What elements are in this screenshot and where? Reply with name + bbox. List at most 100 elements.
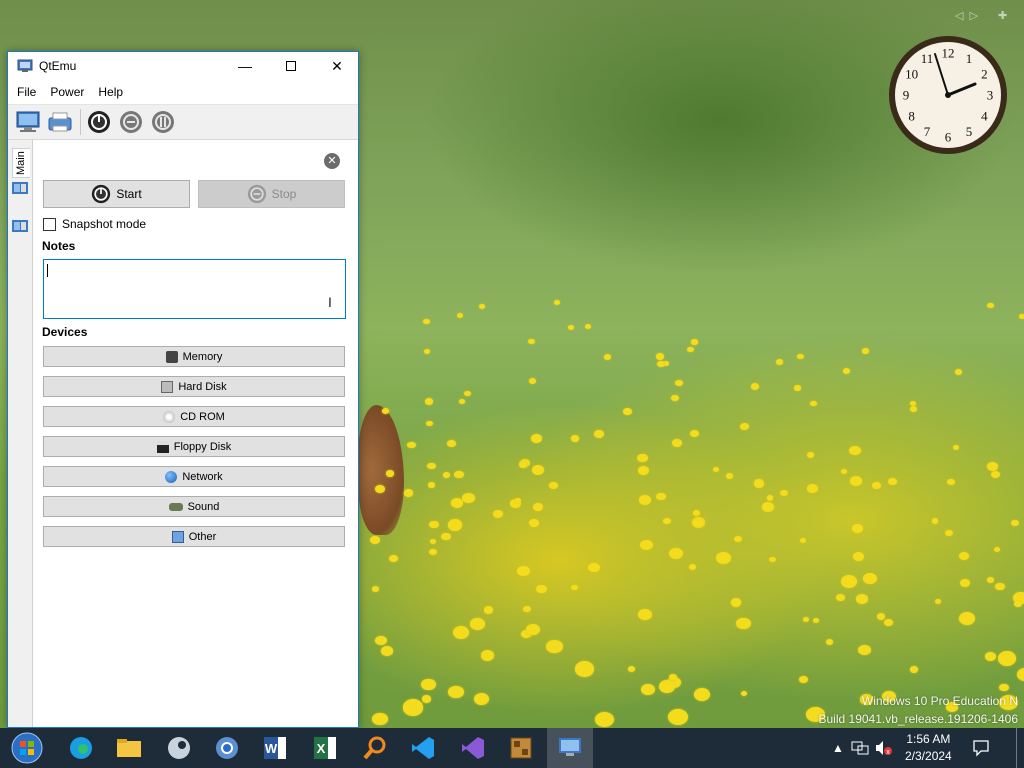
start-button[interactable]: Start xyxy=(43,180,190,208)
printer-icon xyxy=(48,112,72,132)
maximize-icon xyxy=(286,61,296,71)
network-button[interactable]: Network xyxy=(43,466,345,487)
reset-button[interactable] xyxy=(149,108,177,136)
clock-gadget[interactable]: 12 12 3 45678 9 1011 xyxy=(887,34,1009,156)
start-button[interactable] xyxy=(4,728,50,768)
flower-decoration xyxy=(1010,520,1019,527)
power-on-button[interactable] xyxy=(85,108,113,136)
show-desktop-button[interactable] xyxy=(1016,728,1024,768)
excel-icon: X xyxy=(314,737,336,759)
flower-decoration xyxy=(849,445,861,455)
taskbar-excel[interactable]: X xyxy=(302,728,348,768)
reset-icon xyxy=(152,111,174,133)
machine-tab-icon-2[interactable] xyxy=(11,218,29,236)
taskbar-clock[interactable]: 1:56 AM 2/3/2024 xyxy=(905,731,952,765)
flower-decoration xyxy=(425,420,433,427)
floppy-disk-button[interactable]: Floppy Disk xyxy=(43,436,345,457)
flower-decoration xyxy=(855,594,868,604)
flower-decoration xyxy=(794,385,802,391)
flower-decoration xyxy=(637,453,648,463)
sound-icon xyxy=(168,502,183,511)
taskbar-vscode[interactable] xyxy=(400,728,446,768)
flower-decoration xyxy=(850,476,863,487)
maximize-button[interactable] xyxy=(268,52,314,80)
tray-overflow-icon[interactable]: ▲ xyxy=(832,728,844,768)
cd-rom-icon xyxy=(163,410,176,423)
shutdown-button[interactable] xyxy=(117,108,145,136)
flower-decoration xyxy=(775,359,783,365)
title-bar[interactable]: QtEmu — ✕ xyxy=(8,52,358,80)
snapshot-mode-row[interactable]: Snapshot mode xyxy=(43,217,146,231)
gadget-next-icon[interactable]: ▷ xyxy=(969,9,977,22)
network-label: Network xyxy=(182,470,223,483)
gadget-add-icon[interactable]: ✚ xyxy=(998,9,1007,22)
machine-icon xyxy=(16,111,40,132)
power-on-icon xyxy=(88,111,110,133)
flower-decoration xyxy=(571,584,579,591)
taskbar-search-tool[interactable] xyxy=(352,728,398,768)
flower-decoration xyxy=(529,378,537,384)
taskbar-edge[interactable] xyxy=(58,728,104,768)
menu-power[interactable]: Power xyxy=(43,85,91,99)
flower-decoration xyxy=(863,572,878,584)
network-status-icon[interactable] xyxy=(851,728,869,768)
flower-decoration xyxy=(836,593,845,601)
close-panel-icon[interactable]: ✕ xyxy=(324,153,340,169)
menu-file[interactable]: File xyxy=(10,85,43,99)
flower-decoration xyxy=(656,360,666,368)
flower-decoration xyxy=(841,468,848,474)
machine-tab-icon[interactable] xyxy=(11,180,29,198)
volume-muted-icon[interactable]: x xyxy=(874,728,894,768)
flower-decoration xyxy=(440,532,451,541)
sound-button[interactable]: Sound xyxy=(43,496,345,517)
clock-number: 7 xyxy=(924,124,931,139)
flower-decoration xyxy=(403,489,413,497)
taskbar-file-explorer[interactable] xyxy=(106,728,152,768)
text-caret xyxy=(47,264,48,277)
stop-button[interactable]: Stop xyxy=(198,180,345,208)
new-machine-button[interactable] xyxy=(14,108,42,136)
taskbar-qtemu[interactable] xyxy=(547,728,593,768)
printer-button[interactable] xyxy=(46,108,74,136)
other-button[interactable]: Other xyxy=(43,526,345,547)
menu-help[interactable]: Help xyxy=(91,85,130,99)
taskbar-archive[interactable] xyxy=(498,728,544,768)
edge-icon xyxy=(70,737,92,759)
flower-decoration xyxy=(799,675,809,683)
tab-main[interactable]: Main xyxy=(12,148,30,178)
flower-decoration xyxy=(688,564,696,571)
close-button[interactable]: ✕ xyxy=(314,52,360,80)
notes-textarea[interactable]: I xyxy=(43,259,346,319)
gadget-nav: ◁ ▷ ✚ xyxy=(955,9,1007,22)
flower-decoration xyxy=(888,477,897,485)
flower-decoration xyxy=(959,578,971,587)
action-center-icon[interactable] xyxy=(972,728,990,768)
flower-decoration xyxy=(638,465,650,475)
flower-decoration xyxy=(428,548,438,556)
flower-decoration xyxy=(825,639,833,645)
flower-decoration xyxy=(689,429,699,437)
flower-decoration xyxy=(862,348,869,354)
memory-button[interactable]: Memory xyxy=(43,346,345,367)
flower-decoration xyxy=(813,618,820,624)
flower-decoration xyxy=(750,383,759,390)
flower-decoration xyxy=(406,441,416,449)
flower-decoration xyxy=(492,509,504,518)
flower-decoration xyxy=(423,349,431,355)
taskbar-visual-studio[interactable] xyxy=(450,728,496,768)
taskbar-chrome[interactable] xyxy=(204,728,250,768)
gadget-prev-icon[interactable]: ◁ xyxy=(955,9,963,22)
flower-decoration xyxy=(450,497,463,508)
taskbar-time: 1:56 AM xyxy=(906,732,951,746)
minimize-button[interactable]: — xyxy=(222,52,268,80)
snapshot-mode-checkbox[interactable] xyxy=(43,217,56,231)
clock-number: 5 xyxy=(966,124,973,139)
flower-decoration xyxy=(381,407,389,414)
clock-number: 3 xyxy=(987,88,994,103)
flower-decoration xyxy=(990,470,1000,478)
taskbar-steam[interactable] xyxy=(156,728,202,768)
hard-disk-button[interactable]: Hard Disk xyxy=(43,376,345,397)
taskbar-word[interactable]: W xyxy=(252,728,298,768)
cd-rom-button[interactable]: CD ROM xyxy=(43,406,345,427)
flower-decoration xyxy=(522,605,531,612)
